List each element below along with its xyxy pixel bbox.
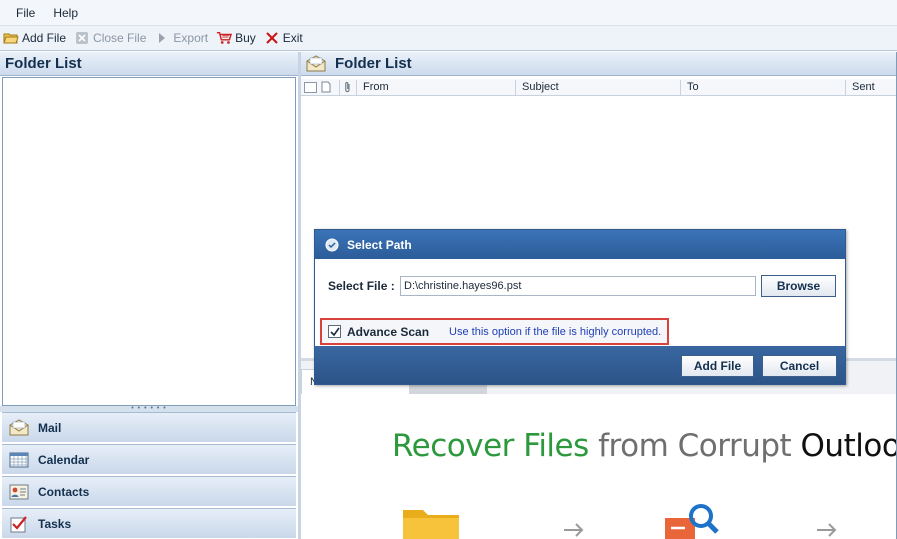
dialog-cancel-button[interactable]: Cancel	[762, 355, 837, 377]
attachment-icon	[344, 81, 352, 93]
banner-title-part3: Outlook	[800, 428, 896, 464]
shopping-cart-icon	[216, 30, 233, 46]
dialog-add-file-button[interactable]: Add File	[681, 355, 754, 377]
menu-file[interactable]: File	[10, 6, 41, 20]
exit-x-icon	[264, 30, 280, 46]
arrow-right-icon	[563, 522, 585, 539]
banner-title-part1: Recover Files	[392, 428, 589, 464]
advance-scan-option: Advance Scan Use this option if the file…	[320, 318, 669, 345]
add-file-label: Add File	[22, 31, 67, 45]
folder-tree[interactable]	[2, 77, 296, 406]
right-panel-title: Folder List	[335, 55, 412, 72]
banner-title: Recover Files from Corrupt Outlook	[392, 428, 896, 464]
message-column-header: From Subject To Sent	[301, 79, 896, 96]
buy-label: Buy	[235, 31, 256, 45]
left-panel-title: Folder List	[0, 52, 298, 76]
document-icon	[321, 81, 331, 93]
select-path-dialog: Select Path Select File : Browse Advance…	[314, 229, 846, 385]
toolbar: Add File Close File Export Buy Exit	[0, 26, 897, 51]
select-file-label: Select File :	[328, 279, 395, 293]
advance-scan-label[interactable]: Advance Scan	[347, 325, 429, 339]
tasks-icon	[8, 514, 30, 534]
advance-scan-checkbox[interactable]	[328, 325, 341, 338]
export-button[interactable]: Export	[154, 30, 208, 46]
select-file-row: Select File :	[328, 276, 756, 296]
close-file-icon	[74, 30, 90, 46]
close-file-button[interactable]: Close File	[74, 30, 146, 46]
scan-magnifier-icon	[663, 502, 723, 539]
checkmark-icon	[329, 327, 340, 336]
file-path-input[interactable]	[400, 276, 756, 296]
export-arrow-icon	[154, 30, 170, 46]
contacts-icon	[8, 482, 30, 502]
column-subject[interactable]: Subject	[516, 81, 680, 93]
advance-scan-hint: Use this option if the file is highly co…	[449, 325, 662, 338]
add-file-button[interactable]: Add File	[3, 30, 66, 46]
exit-button[interactable]: Exit	[264, 30, 303, 46]
column-sent[interactable]: Sent	[846, 81, 875, 93]
app-logo-icon	[325, 238, 339, 252]
column-from[interactable]: From	[357, 81, 515, 93]
buy-button[interactable]: Buy	[216, 30, 256, 46]
browse-button[interactable]: Browse	[761, 275, 836, 297]
folder-icon	[401, 502, 461, 539]
export-label: Export	[173, 31, 209, 45]
nav-tasks[interactable]: Tasks	[2, 508, 296, 538]
close-file-label: Close File	[93, 31, 147, 45]
nav-tasks-label: Tasks	[38, 516, 72, 531]
dialog-footer: Add File Cancel	[315, 346, 845, 384]
nav-calendar-label: Calendar	[38, 452, 90, 467]
mail-envelope-icon	[305, 54, 329, 74]
menu-bar: File Help	[0, 0, 897, 26]
exit-label: Exit	[282, 31, 303, 45]
menu-help[interactable]: Help	[47, 6, 84, 20]
banner-title-part2: from Corrupt	[588, 428, 801, 464]
nav-calendar[interactable]: Calendar	[2, 444, 296, 474]
nav-contacts-label: Contacts	[38, 484, 90, 499]
nav-contacts[interactable]: Contacts	[2, 476, 296, 506]
dialog-title: Select Path	[347, 237, 412, 252]
column-to[interactable]: To	[681, 81, 845, 93]
open-folder-icon	[3, 30, 19, 46]
select-all-checkbox[interactable]	[304, 81, 317, 93]
dialog-title-bar[interactable]: Select Path	[315, 230, 845, 259]
nav-mail-label: Mail	[38, 420, 62, 435]
mail-icon	[8, 418, 30, 438]
calendar-icon	[8, 450, 30, 470]
arrow-right-icon-2	[816, 522, 838, 539]
nav-mail[interactable]: Mail	[2, 412, 296, 442]
left-panel: Folder List • • • • • • Mail Calendar Co…	[0, 52, 298, 539]
right-panel-header: Folder List	[301, 52, 896, 76]
promo-banner: Recover Files from Corrupt Outlook	[301, 394, 896, 539]
